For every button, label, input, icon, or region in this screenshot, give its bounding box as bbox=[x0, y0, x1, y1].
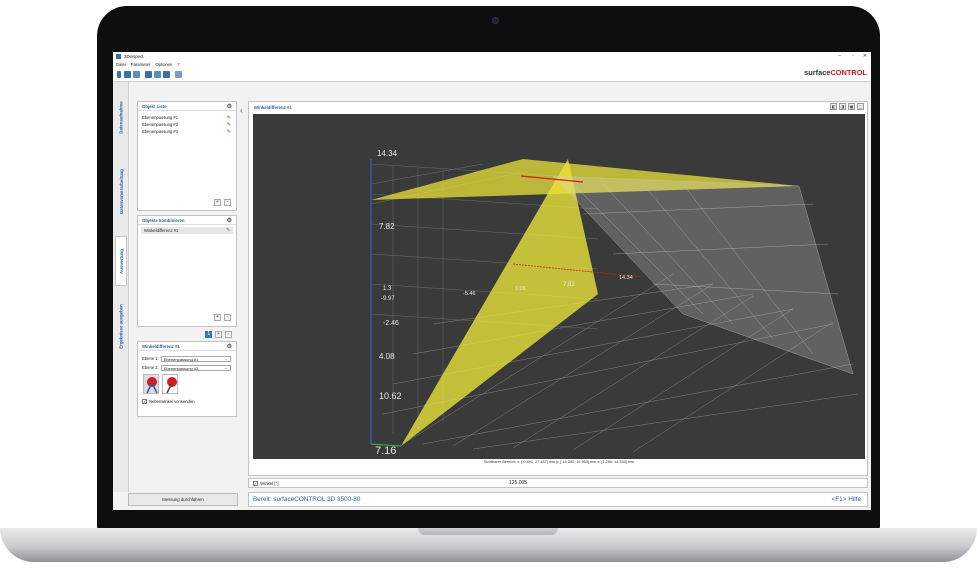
tick-label: 1.06 bbox=[515, 286, 526, 292]
window-title: 3Dinspect bbox=[124, 54, 144, 59]
plane1-select[interactable]: Ebenenpassung #1 ⌄ bbox=[160, 355, 231, 362]
objects-panel-title: Objekt Liste ⚙ bbox=[138, 102, 236, 111]
angle-mode-1-button[interactable] bbox=[143, 374, 159, 394]
new-file-icon[interactable] bbox=[124, 71, 131, 78]
measure-button[interactable]: Messung durchführen bbox=[128, 493, 238, 506]
edit-icon[interactable]: ✎ bbox=[226, 227, 230, 233]
list-item[interactable]: Winkeldifferenz #1 ✎ bbox=[141, 227, 233, 234]
plane2-row: Ebene 2: Ebenenpassung #3 ⌄ bbox=[142, 364, 231, 371]
angle-label: Winkel [°] bbox=[260, 480, 279, 486]
view-side-icon[interactable]: ◨ bbox=[839, 103, 846, 110]
angle-mode-2-button[interactable] bbox=[162, 374, 178, 394]
gear-icon[interactable]: ⚙ bbox=[227, 343, 232, 350]
plane-3 bbox=[552, 175, 854, 375]
list-item[interactable]: Ebenenpassung #1 ✎ bbox=[138, 114, 236, 121]
close-icon[interactable]: ✕ bbox=[863, 53, 867, 59]
visible-area-text: Sichtbarer Bereich: x: [-9.691, 27.487] … bbox=[483, 460, 635, 464]
page-1-button[interactable]: 1 bbox=[205, 331, 212, 338]
tab-auswertung[interactable]: Auswertung bbox=[115, 236, 127, 286]
export-icon[interactable] bbox=[154, 71, 161, 78]
collapse-icon[interactable]: ‹ bbox=[240, 106, 243, 115]
laptop-notch bbox=[418, 528, 558, 535]
combine-panel-title: Objekte kombinieren ⚙ bbox=[138, 216, 236, 225]
menu-optionen[interactable]: Optionen bbox=[155, 62, 172, 67]
angle-checkbox[interactable]: ✓ bbox=[253, 480, 258, 486]
plane-1 bbox=[401, 159, 598, 446]
supplementary-label: Nebenwinkel verwenden bbox=[149, 399, 195, 404]
angle-icon bbox=[166, 377, 177, 394]
plane2-select[interactable]: Ebenenpassung #3 ⌄ bbox=[160, 364, 231, 371]
angle-value: 125.005 bbox=[509, 480, 528, 486]
sidebar-tabs: Datenaufnahme Datenvorverarbeitung Auswe… bbox=[113, 82, 129, 492]
help-link[interactable]: <F1> Hilfe bbox=[832, 496, 861, 503]
minimize-icon[interactable]: – bbox=[838, 53, 841, 59]
list-item[interactable]: Ebenenpassung #2 ✎ bbox=[138, 121, 236, 128]
add-object-button[interactable]: + bbox=[214, 199, 221, 206]
tab-datenaufnahme[interactable]: Datenaufnahme bbox=[115, 88, 127, 146]
pin-icon[interactable]: ✎ bbox=[227, 129, 231, 135]
tick-label: 1.3 bbox=[383, 286, 392, 292]
main-panel: Winkeldifferenz #1 ◧ ◨ ▣ ⬚ 14.34 7.82 1.… bbox=[248, 101, 868, 476]
menu-help[interactable]: ? bbox=[177, 62, 179, 67]
gear-icon[interactable]: ⚙ bbox=[227, 103, 232, 110]
tick-label: 7.16 bbox=[375, 445, 396, 457]
view-iso-icon[interactable]: ⬚ bbox=[857, 103, 864, 110]
main-panel-title: Winkeldifferenz #1 ◧ ◨ ▣ ⬚ bbox=[254, 103, 864, 110]
title-bar: 3Dinspect – ▫ ✕ bbox=[113, 52, 871, 61]
toolbar-bar-icon[interactable] bbox=[117, 71, 121, 78]
tick-label: 7.82 bbox=[563, 282, 575, 288]
tick-label: 14.34 bbox=[619, 275, 633, 281]
view-front-icon[interactable]: ◧ bbox=[830, 103, 837, 110]
pin-icon[interactable]: ✎ bbox=[227, 115, 231, 121]
page-2-button[interactable]: + bbox=[215, 331, 222, 338]
pin-icon[interactable]: ✎ bbox=[227, 122, 231, 128]
maximize-icon[interactable]: ▫ bbox=[852, 53, 854, 59]
supplementary-row: ✓ Nebenwinkel verwenden bbox=[142, 398, 195, 405]
menu-parameter[interactable]: Parameter bbox=[131, 62, 151, 67]
detail-panel-title: Winkeldifferenz #1 ⚙ bbox=[138, 342, 236, 351]
toolbar bbox=[113, 68, 871, 82]
plane1-row: Ebene 1: Ebenenpassung #1 ⌄ bbox=[142, 355, 231, 362]
tick-label: -5.46 bbox=[463, 291, 476, 297]
tab-ergebnisse[interactable]: Ergebnisse ausgeben bbox=[115, 290, 127, 362]
tick-label: 4.08 bbox=[379, 352, 395, 361]
gear-icon[interactable]: ⚙ bbox=[227, 217, 232, 224]
open-icon[interactable] bbox=[133, 71, 140, 78]
angle-row: ✓ Winkel [°] 125.005 bbox=[248, 478, 868, 488]
tick-label: -9.97 bbox=[381, 296, 395, 302]
angle-icon bbox=[146, 377, 158, 394]
supplementary-checkbox[interactable]: ✓ bbox=[142, 399, 147, 404]
status-text: Bereit: surfaceCONTROL 3D 3500-80 bbox=[253, 496, 361, 503]
remove-combination-button[interactable]: - bbox=[224, 314, 231, 321]
chevron-down-icon: ⌄ bbox=[224, 355, 228, 361]
camera bbox=[492, 17, 499, 24]
brand-logo: surfaceCONTROL bbox=[804, 68, 867, 77]
tick-label: 10.62 bbox=[379, 391, 402, 401]
tick-label: -2.46 bbox=[383, 320, 399, 327]
tick-label: 7.82 bbox=[379, 222, 395, 231]
objects-panel: Objekt Liste ⚙ Ebenenpassung #1 ✎ Ebenenpa… bbox=[137, 101, 237, 211]
remove-object-button[interactable]: - bbox=[224, 199, 231, 206]
tab-datenvorverarbeitung[interactable]: Datenvorverarbeitung bbox=[115, 150, 127, 232]
chevron-down-icon: ⌄ bbox=[224, 364, 228, 370]
save-icon[interactable] bbox=[145, 71, 152, 78]
combine-panel: Objekte kombinieren ⚙ Winkeldifferenz #1 ✎… bbox=[137, 215, 237, 327]
menu-datei[interactable]: Datei bbox=[116, 62, 126, 67]
plane2-label: Ebene 2: bbox=[142, 365, 159, 370]
settings-icon[interactable] bbox=[163, 71, 170, 78]
tools-icon[interactable] bbox=[175, 71, 182, 78]
detail-panel: Winkeldifferenz #1 ⚙ Ebene 1: Ebenenpassu… bbox=[137, 341, 237, 417]
app-icon bbox=[116, 54, 121, 59]
page-3-button[interactable]: - bbox=[225, 331, 232, 338]
status-bar: Bereit: surfaceCONTROL 3D 3500-80 <F1> H… bbox=[248, 492, 868, 507]
plane1-label: Ebene 1: bbox=[142, 356, 159, 361]
menu-bar: Datei Parameter Optionen ? bbox=[113, 61, 871, 68]
view-top-icon[interactable]: ▣ bbox=[848, 103, 855, 110]
list-item[interactable]: Ebenenpassung #3 ✎ bbox=[138, 128, 236, 135]
add-combination-button[interactable]: + bbox=[214, 314, 221, 321]
3d-viewport[interactable]: 14.34 7.82 1.3 -9.97 -2.46 4.08 10.62 7.… bbox=[253, 114, 865, 459]
tick-label: 14.34 bbox=[377, 149, 398, 158]
3d-plot[interactable]: 14.34 7.82 1.3 -9.97 -2.46 4.08 10.62 7.… bbox=[253, 114, 865, 459]
app-window: 3Dinspect – ▫ ✕ Datei Parameter Optionen… bbox=[113, 52, 871, 510]
